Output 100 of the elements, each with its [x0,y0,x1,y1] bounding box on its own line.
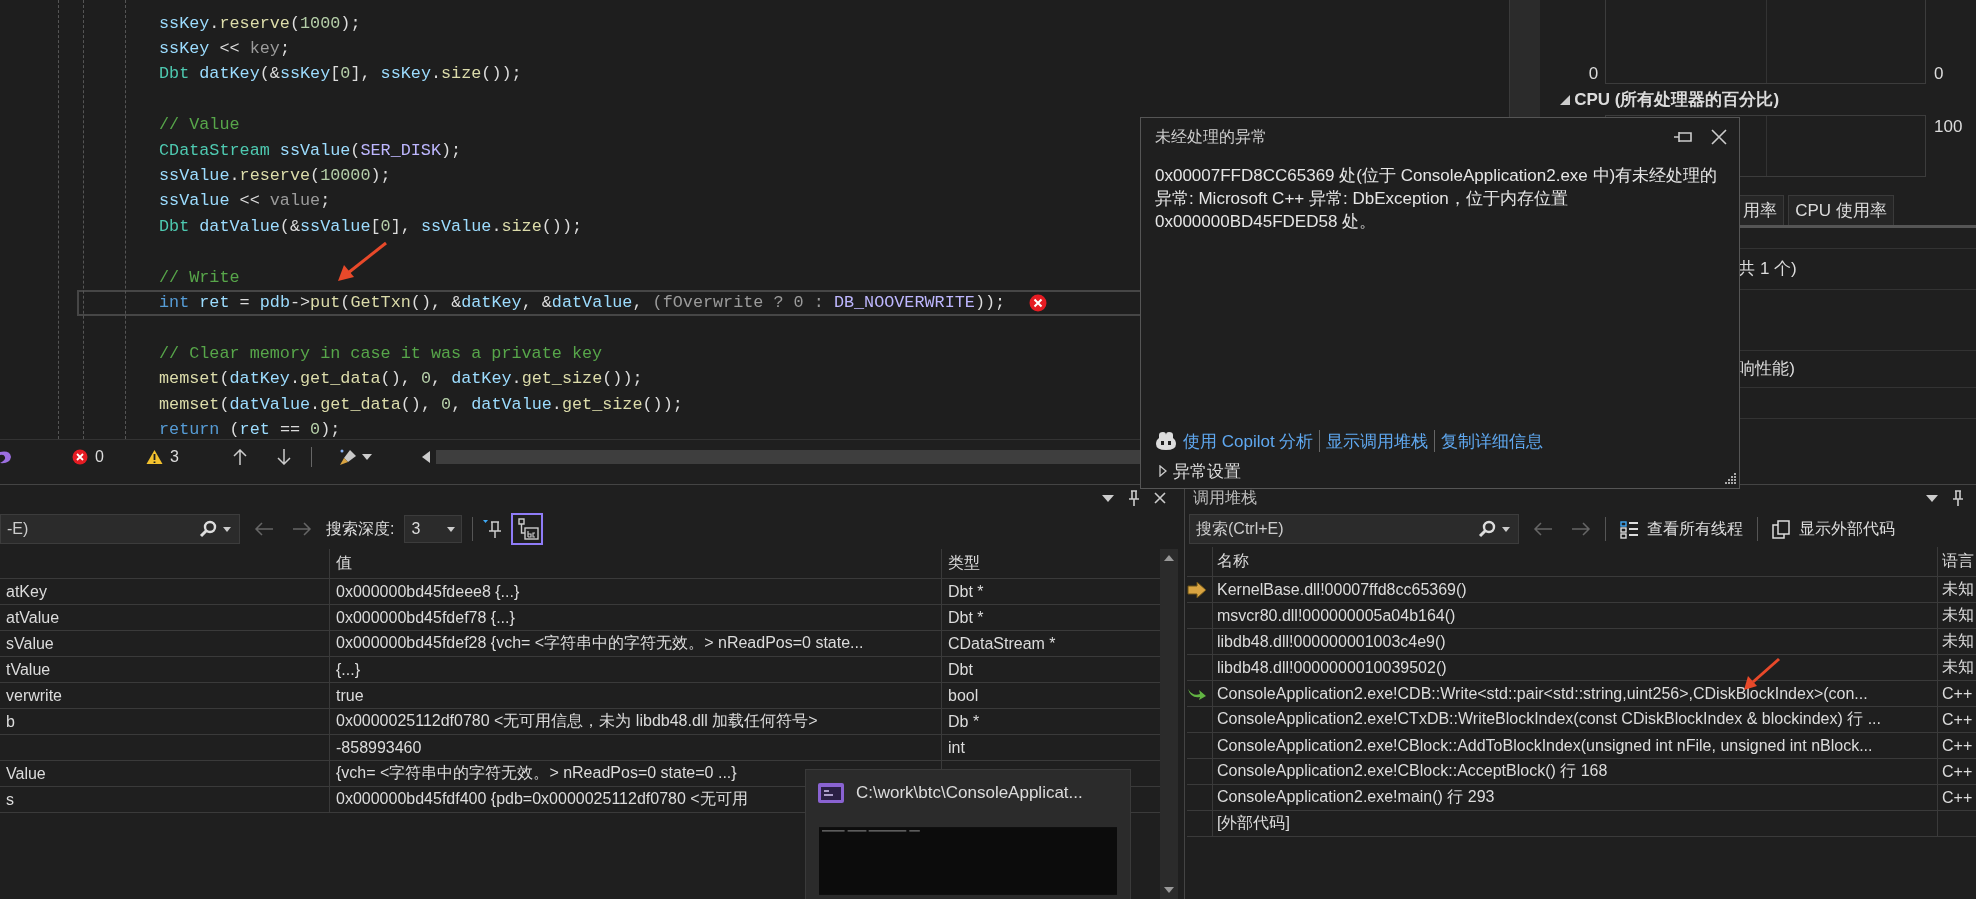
threads-icon [1620,519,1639,539]
format-toggle-button[interactable] [511,513,544,545]
link[interactable]: 显示调用堆栈 [1326,429,1429,453]
link[interactable]: 使用 Copilot 分析 [1183,429,1314,453]
variable-type: bool [948,686,979,705]
code-line: Dbt datValue(&ssValue[0], ssValue.size()); [159,215,583,238]
caret-icon [1502,526,1510,532]
forward-arrow-icon[interactable] [292,522,312,536]
window-thumbnail[interactable]: C:\work\btc\ConsoleApplicat... [805,769,1131,899]
stack-frame[interactable]: libdb48.dll!000000001003c4e9() [1217,632,1446,651]
tree-icon [515,517,540,541]
stack-frame[interactable]: KernelBase.dll!00007ffd8cc65369() [1217,580,1467,599]
scroll-left-icon[interactable] [421,451,430,464]
link[interactable]: 复制详细信息 [1441,429,1544,453]
down-arrow-icon[interactable] [276,449,291,466]
code-line: ssValue.reserve(10000); [159,165,391,188]
resize-grip-icon [1723,472,1737,486]
code-line: int ret = pdb->put(GetTxn(), &datKey, &datValue, (fOverwrite ? 0 : DB_NOOVERWRITE)); [159,292,1006,314]
close-icon[interactable] [1154,492,1166,504]
axis-label: 0 [1934,64,1945,84]
frame-language: C++ [1942,788,1973,807]
variable-value: -858993460 [336,738,422,757]
column-header[interactable]: 语言 [1938,547,1976,576]
pin-icon[interactable] [1952,490,1964,506]
search-icon [199,520,217,538]
code-line: return (ret == 0); [159,418,341,440]
table-row[interactable]: libdb48.dll!000000001003c4e9() 未知 [1187,629,1976,655]
vertical-scrollbar[interactable] [1160,549,1178,899]
expanded-triangle-icon[interactable] [1560,94,1571,105]
stack-frame[interactable]: ConsoleApplication2.exe!CDB::Write<std::pair<std::string,uint256>,CDiskBlockIndex>(con... [1217,684,1868,703]
settings-expander[interactable]: 异常设置 [1173,459,1241,483]
variable-name: verwrite [6,686,62,705]
pin-icon[interactable] [1128,490,1140,506]
table-row[interactable]: ConsoleApplication2.exe!CBlock::AcceptBlock() 行 168 C++ [1187,759,1976,785]
column-header[interactable]: 名称 [1213,547,1938,576]
frame-language: C++ [1942,736,1973,755]
depth-dropdown[interactable]: 3 [404,515,463,543]
variable-name: b [6,712,15,731]
stack-frame[interactable]: ConsoleApplication2.exe!CBlock::AddToBlockIndex(unsigned int nFile, unsigned int nBlock... [1217,736,1873,755]
warning-icon [145,449,163,466]
exception-message: 0x00007FFD8CC65369 处(位于 ConsoleApplication2.exe 中)有未经处理的异常: Microsoft C++ 异常: DbException，位于内存位置 0x000000BD45FDED58 处。 [1155,165,1719,233]
panel-title: 调用堆栈 [1192,487,1257,508]
stack-frame[interactable]: ConsoleApplication2.exe!CTxDB::WriteBlockIndex(const CDiskBlockIndex & blockindex) 行 ... [1217,709,1881,730]
variable-value: 0x000000bd45fdeee8 {...} [336,582,520,601]
variable-value: {vch= <字符串中的字符无效。> nReadPos=0 state=0 ...} [336,763,737,783]
code-line: ssKey.reserve(1000); [159,12,361,35]
stack-frame[interactable]: libdb48.dll!0000000010039502() [1217,658,1447,677]
table-row[interactable]: ConsoleApplication2.exe!CDB::Write<std::pair<std::string,uint256>,CDiskBlockIndex>(con... C++ [1187,681,1976,707]
toolbar-button[interactable]: 显示外部代码 [1768,518,1899,540]
code-line: ssValue << value; [159,190,331,213]
pin-icon[interactable] [1673,130,1693,144]
search-input[interactable]: -E) [1,519,193,539]
variable-value: 0x000000bd45fdef78 {...} [336,608,515,627]
back-arrow-icon[interactable] [1533,522,1553,536]
search-input[interactable]: 搜索(Ctrl+E) [1190,519,1472,539]
variable-name: Value [6,764,46,783]
brush-icon[interactable] [337,448,358,467]
close-icon[interactable] [1711,129,1727,145]
error-count: 0 [95,448,104,467]
stack-frame[interactable]: ConsoleApplication2.exe!CBlock::AcceptBlock() 行 168 [1217,761,1608,782]
back-arrow-icon[interactable] [254,522,274,536]
code-line: memset(datKey.get_data(), 0, datKey.get_size()); [159,368,643,391]
table-row[interactable]: KernelBase.dll!00007ffd8cc65369() 未知 [1187,577,1976,603]
search-depth-label: 搜索深度: [326,518,395,539]
variable-type: Dbt [948,660,973,679]
warning-count: 3 [169,448,179,467]
search-box[interactable]: -E) [0,514,240,544]
code-line: CDataStream ssValue(SER_DISK); [159,139,462,162]
toolbar-button[interactable]: 查看所有线程 [1616,518,1747,540]
variable-type: Dbt * [948,582,984,601]
axis-label: 0 [1588,64,1599,84]
tab[interactable]: CPU 使用率 [1788,195,1894,225]
table-row[interactable]: [外部代码] [1187,811,1976,837]
stack-frame[interactable]: ConsoleApplication2.exe!main() 行 293 [1217,787,1495,808]
table-row[interactable]: ConsoleApplication2.exe!CTxDB::WriteBlockIndex(const CDiskBlockIndex & blockindex) 行 ... C++ [1187,707,1976,733]
robot-icon [1155,431,1177,451]
variable-name: s [6,790,14,809]
caret-icon[interactable] [361,454,372,461]
table-row[interactable]: ConsoleApplication2.exe!main() 行 293 C++ [1187,785,1976,811]
table-row[interactable]: libdb48.dll!0000000010039502() 未知 [1187,655,1976,681]
variable-name: sValue [6,634,54,653]
variable-value: true [336,686,364,705]
collapsed-triangle-icon[interactable] [1159,465,1167,477]
variable-name: atValue [6,608,60,627]
search-box[interactable]: 搜索(Ctrl+E) [1189,514,1519,544]
table-row[interactable]: msvcr80.dll!000000005a04b164() 未知 [1187,603,1976,629]
variable-value: 0x0000025112df0780 <无可用信息，未为 libdb48.dll 加载任何符号> [336,711,818,731]
column-header[interactable]: 类型 [942,549,1160,578]
table-row[interactable]: ConsoleApplication2.exe!CBlock::AddToBlockIndex(unsigned int nFile, unsigned int nBlock... C++ [1187,733,1976,759]
variable-name: tValue [6,660,51,679]
up-arrow-icon[interactable] [232,449,247,466]
stack-frame[interactable]: msvcr80.dll!000000005a04b164() [1217,606,1456,625]
dropdown-icon[interactable] [1926,494,1938,502]
variable-type: int [948,738,965,757]
forward-arrow-icon[interactable] [1571,522,1591,536]
pin-icon[interactable] [483,519,502,539]
stack-frame[interactable]: [外部代码] [1217,813,1290,834]
variable-value: 0x000000bd45fdf400 {pdb=0x0000025112df0780 <无可用 [336,789,748,809]
column-header[interactable]: 值 [330,549,942,578]
dropdown-icon[interactable] [1102,494,1114,502]
